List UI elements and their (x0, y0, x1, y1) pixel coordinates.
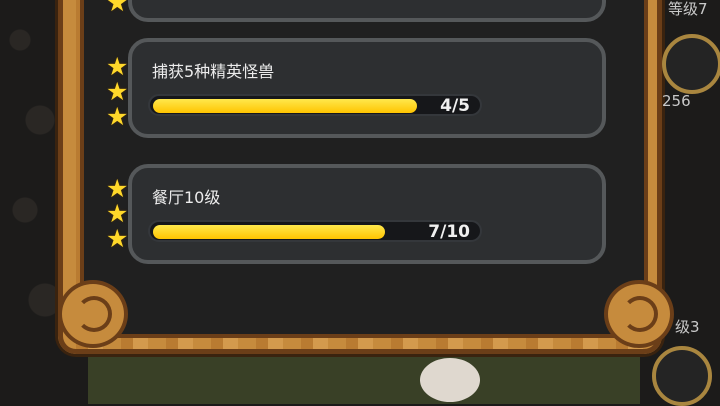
frame-corner-left (58, 280, 128, 348)
progress-value: 7/10 (428, 222, 470, 242)
side-level-top: 等级7 (668, 0, 708, 18)
progress-fill (153, 99, 417, 113)
previous-stars: ★ (106, 0, 132, 15)
frame-corner-right (604, 280, 674, 348)
star-icon: ★ (106, 0, 129, 17)
star-icon: ★ (106, 102, 129, 131)
achievement-stars: ★ ★ ★ (106, 54, 132, 129)
achievement-title: 餐厅10级 (152, 188, 221, 207)
progress-bar (148, 94, 482, 116)
achievement-title: 捕获5种精英怪兽 (152, 62, 275, 81)
achievement-stars: ★ ★ ★ (106, 176, 132, 251)
achievement-card-restaurant: 餐厅10级 7/10 (128, 164, 606, 264)
spiral-icon (76, 296, 112, 332)
star-icon: ★ (106, 77, 129, 106)
side-level-bottom: 级3 (675, 318, 700, 336)
side-score: 256 (662, 92, 691, 110)
reward-coin-icon (652, 346, 712, 406)
boulder-decoration (420, 358, 480, 402)
star-icon: ★ (106, 199, 129, 228)
previous-achievement-card (128, 0, 606, 22)
progress-fill (153, 225, 385, 239)
star-icon: ★ (106, 174, 129, 203)
progress-value: 4/5 (440, 96, 470, 116)
spiral-icon (622, 296, 658, 332)
star-icon: ★ (106, 52, 129, 81)
star-icon: ★ (106, 224, 129, 253)
reward-coin-icon (662, 34, 720, 94)
achievement-card-monsters: 捕获5种精英怪兽 4/5 (128, 38, 606, 138)
